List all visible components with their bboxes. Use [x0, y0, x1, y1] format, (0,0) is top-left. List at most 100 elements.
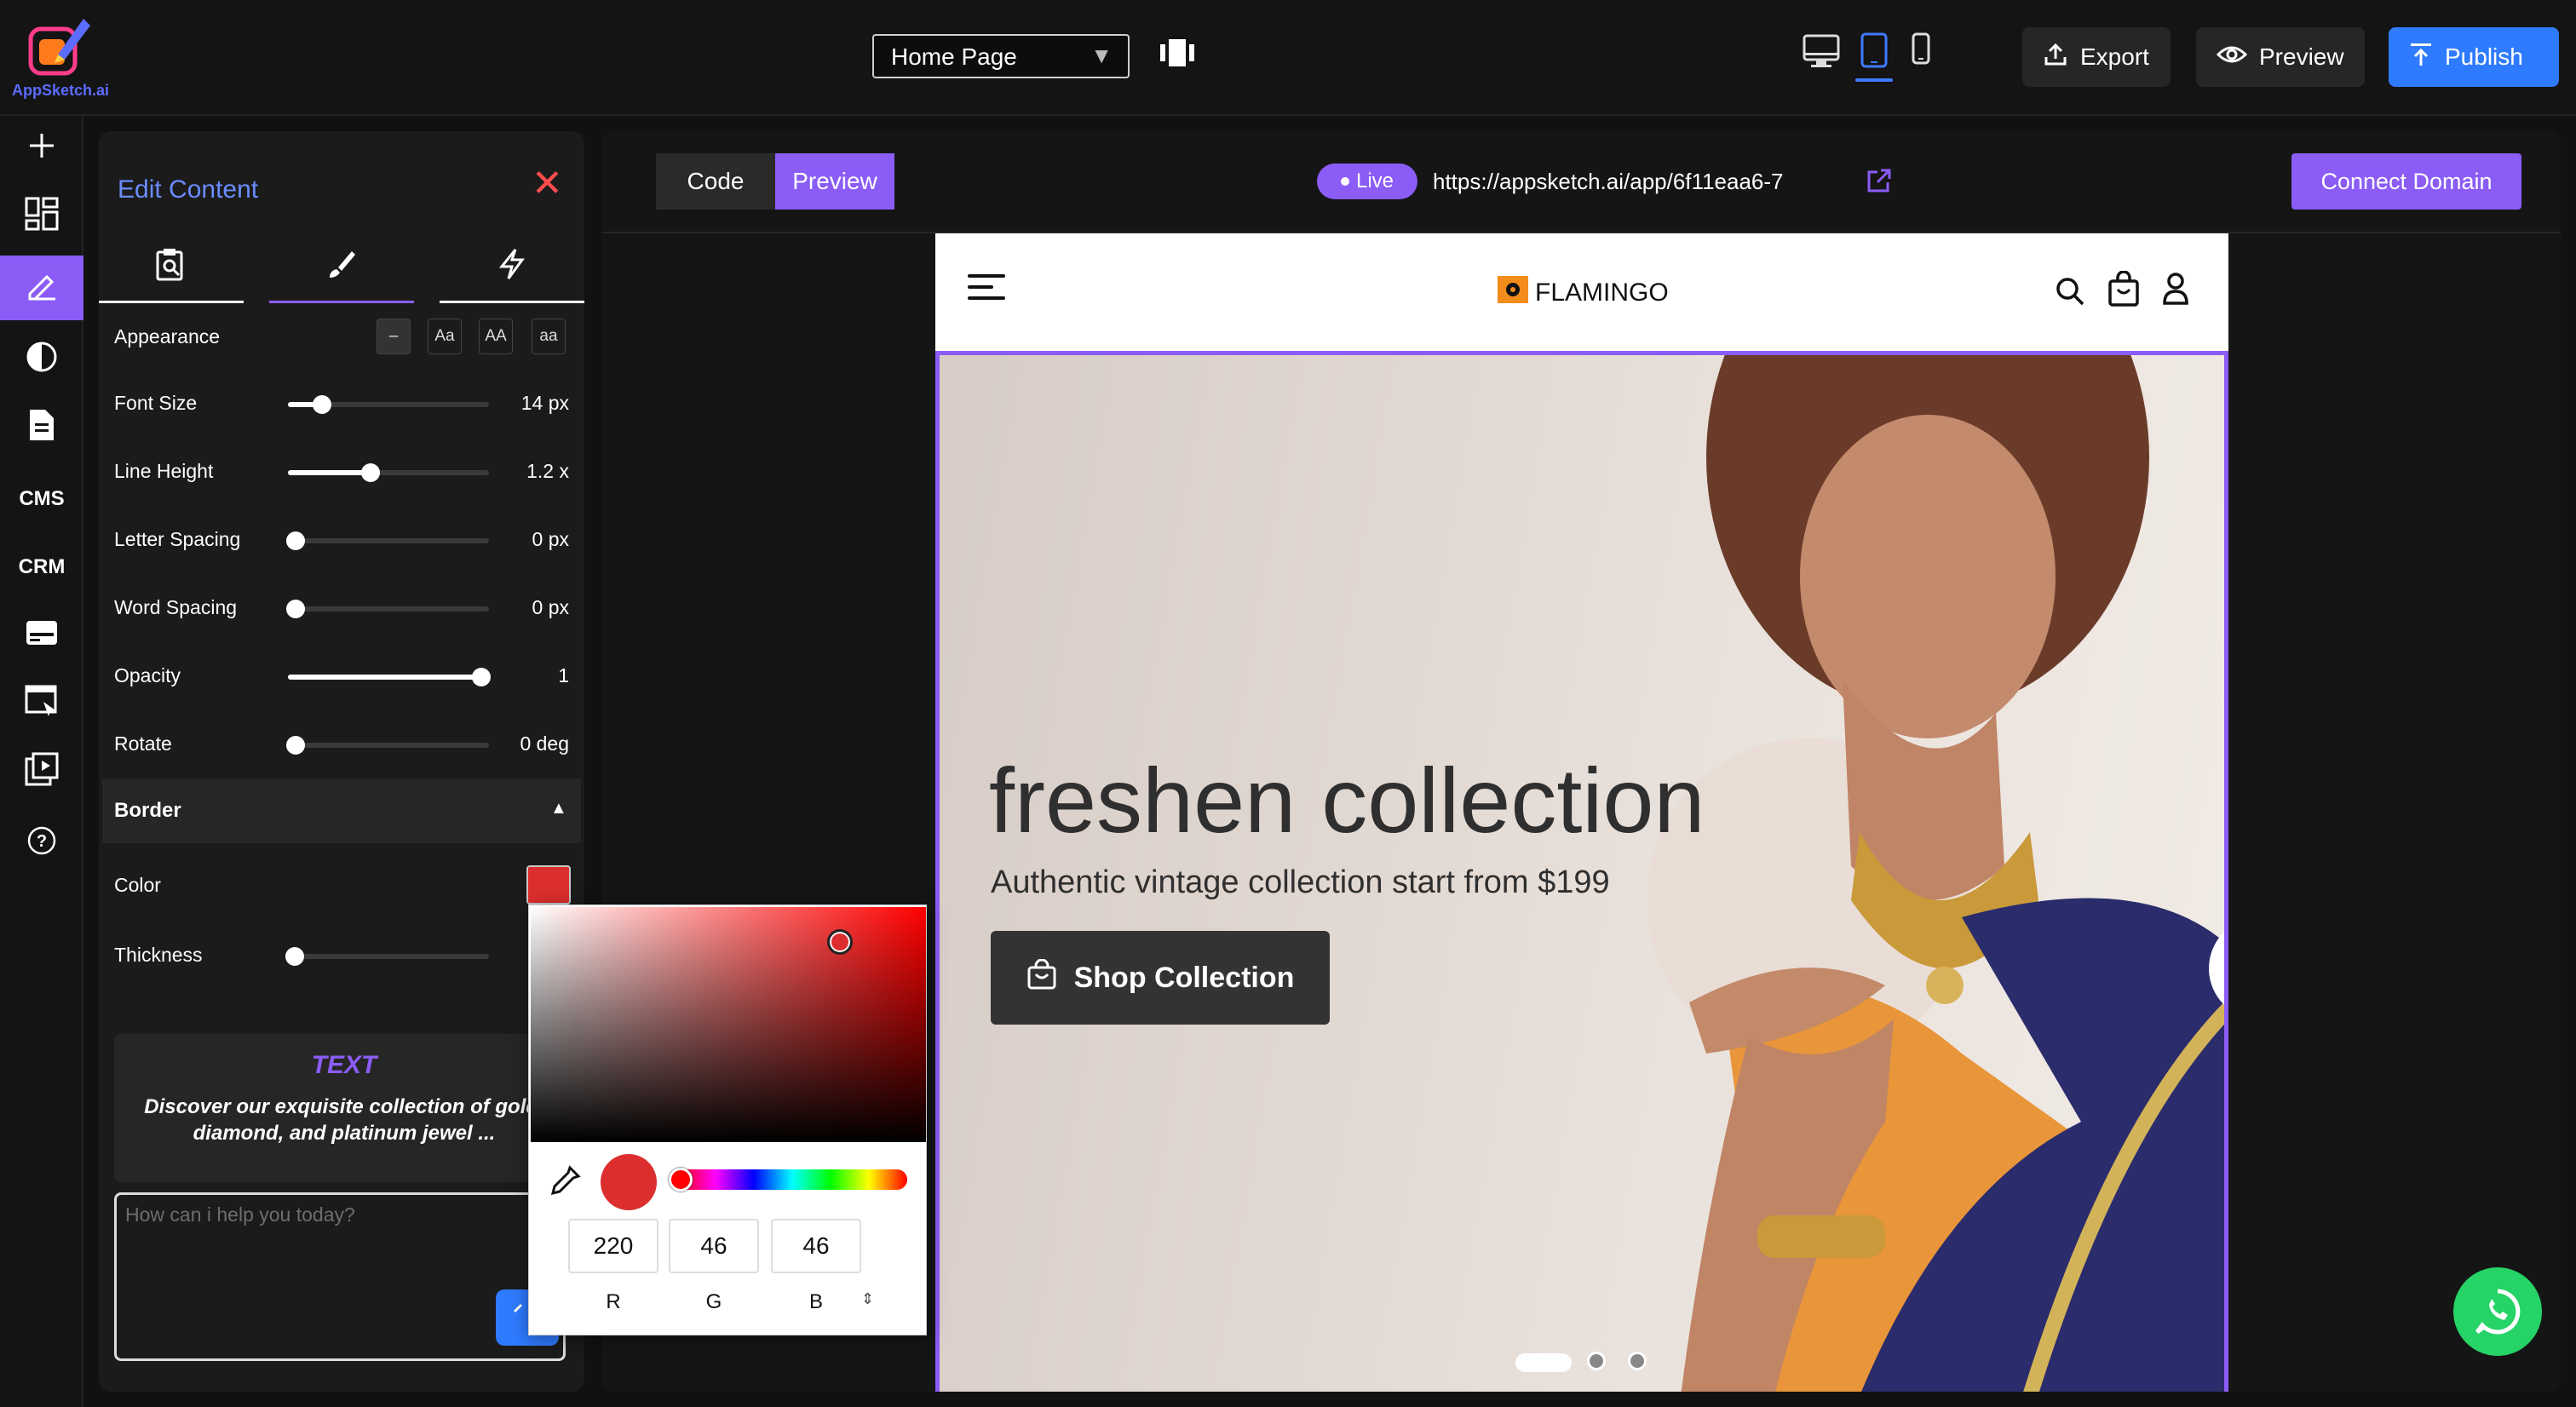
line-height-slider[interactable] [288, 463, 489, 482]
hue-knob[interactable] [669, 1168, 693, 1192]
red-label: R [606, 1290, 621, 1313]
blue-label: B [808, 1290, 823, 1313]
rail-edit[interactable] [0, 256, 83, 320]
tab-content[interactable] [99, 232, 244, 303]
border-thickness-slider[interactable] [285, 947, 489, 966]
slider-knob[interactable] [313, 395, 332, 414]
site-url[interactable]: https://appsketch.ai/app/6f11eaa6-7 [1433, 169, 1783, 195]
format-toggle-icon[interactable]: ⇕ [861, 1290, 874, 1308]
site-brand[interactable]: FLAMINGO [1498, 276, 1669, 310]
border-section-header[interactable]: Border ▲ [102, 778, 581, 843]
svg-text:?: ? [37, 832, 47, 851]
slider-knob[interactable] [285, 947, 304, 966]
help-icon: ? [27, 826, 56, 861]
slider-dot[interactable] [1628, 1352, 1647, 1370]
rail-browser[interactable] [0, 671, 83, 736]
rail-crm[interactable]: CRM [0, 535, 83, 600]
export-button[interactable]: Export [2022, 27, 2171, 87]
tablet-icon[interactable] [1854, 31, 1895, 72]
slider-knob[interactable] [286, 600, 306, 618]
word-spacing-value: 0 px [532, 596, 569, 618]
slider-dot-active[interactable] [1515, 1353, 1572, 1372]
element-text-preview: Discover our exquisite collection of gol… [144, 1095, 544, 1145]
slider-fill [288, 675, 481, 680]
site-navbar: FLAMINGO [935, 233, 2228, 351]
external-link-icon[interactable] [1866, 167, 1893, 198]
preview-tab[interactable]: Preview [775, 153, 894, 210]
tab-interactions[interactable] [440, 232, 584, 303]
appearance-none-button[interactable]: – [377, 319, 411, 354]
whatsapp-button[interactable] [2453, 1267, 2542, 1356]
eyedropper-icon[interactable] [548, 1164, 582, 1203]
page-select[interactable]: Home Page ▼ [872, 34, 1130, 78]
border-color-swatch[interactable] [526, 865, 571, 904]
slider-knob[interactable] [286, 736, 306, 755]
close-icon[interactable]: ✕ [532, 162, 563, 205]
hero-section[interactable]: freshen collection Authentic vintage col… [935, 351, 2228, 1392]
opacity-slider[interactable] [288, 668, 491, 686]
hero-subtitle[interactable]: Authentic vintage collection start from … [991, 864, 1610, 901]
font-size-slider[interactable] [288, 395, 489, 414]
appearance-uppercase-button[interactable]: AA [479, 319, 513, 354]
rail-theme[interactable] [0, 327, 83, 392]
code-tab[interactable]: Code [656, 153, 775, 210]
rotate-slider[interactable] [286, 736, 489, 755]
rail-layout[interactable] [0, 184, 83, 249]
search-icon[interactable] [2055, 276, 2085, 311]
red-input[interactable]: 220 [568, 1219, 658, 1273]
rail-add[interactable] [0, 116, 83, 181]
tab-style[interactable] [269, 232, 414, 303]
slider-knob[interactable] [360, 463, 380, 482]
rail-media[interactable] [0, 739, 83, 804]
word-spacing-slider[interactable] [286, 600, 489, 618]
appearance-capitalize-button[interactable]: Aa [428, 319, 462, 354]
hero-title[interactable]: freshen collection [989, 747, 1705, 853]
green-label: G [705, 1290, 722, 1313]
hamburger-icon[interactable] [968, 273, 1007, 306]
letter-spacing-slider[interactable] [286, 531, 489, 550]
opacity-label: Opacity [114, 664, 181, 686]
border-thickness-label: Thickness [114, 944, 203, 966]
letter-spacing-label: Letter Spacing [114, 528, 241, 550]
user-icon[interactable] [2162, 273, 2189, 309]
element-type-label: TEXT [311, 1051, 377, 1079]
live-label: Live [1355, 169, 1394, 192]
slider-dot[interactable] [1587, 1352, 1606, 1370]
rail-pages[interactable] [0, 395, 83, 460]
green-input[interactable]: 46 [669, 1219, 759, 1273]
slider-fill [288, 470, 371, 475]
brand-name: FLAMINGO [1535, 279, 1669, 307]
publish-label: Publish [2445, 43, 2523, 70]
shop-collection-button[interactable]: Shop Collection [991, 931, 1330, 1025]
left-rail: CMS CRM ? [0, 116, 83, 1407]
rail-forms[interactable] [0, 603, 83, 668]
letter-spacing-value: 0 px [532, 528, 569, 550]
selected-element-card: TEXT Discover our exquisite collection o… [114, 1034, 574, 1182]
saturation-value-area[interactable] [531, 907, 926, 1142]
desktop-icon[interactable] [1801, 31, 1842, 72]
rail-cms[interactable]: CMS [0, 467, 83, 531]
hue-slider[interactable] [677, 1169, 907, 1190]
slider-knob[interactable] [471, 668, 491, 686]
page-select-value: Home Page [891, 43, 1017, 70]
upload-icon [2409, 42, 2433, 73]
saturation-knob[interactable] [827, 929, 853, 955]
mobile-icon[interactable] [1900, 31, 1941, 72]
export-label: Export [2080, 43, 2149, 70]
shopping-bag-icon[interactable] [2107, 270, 2140, 311]
rail-help[interactable]: ? [0, 811, 83, 876]
panel-title: Edit Content [118, 175, 259, 204]
layers-icon[interactable] [1159, 37, 1196, 68]
preview-button[interactable]: Preview [2196, 27, 2365, 87]
connect-domain-button[interactable]: Connect Domain [2291, 153, 2521, 210]
appearance-lowercase-button[interactable]: aa [532, 319, 566, 354]
publish-button[interactable]: Publish [2389, 27, 2559, 87]
app-logo[interactable] [26, 10, 94, 82]
plus-icon [28, 132, 55, 165]
blue-input[interactable]: 46 [771, 1219, 861, 1273]
slider-knob[interactable] [286, 531, 306, 550]
flamingo-logo-icon [1498, 276, 1528, 310]
color-picker-popover: 220 46 46 R G B ⇕ [528, 904, 927, 1335]
eye-icon [2216, 43, 2248, 71]
current-color-swatch [601, 1154, 657, 1210]
